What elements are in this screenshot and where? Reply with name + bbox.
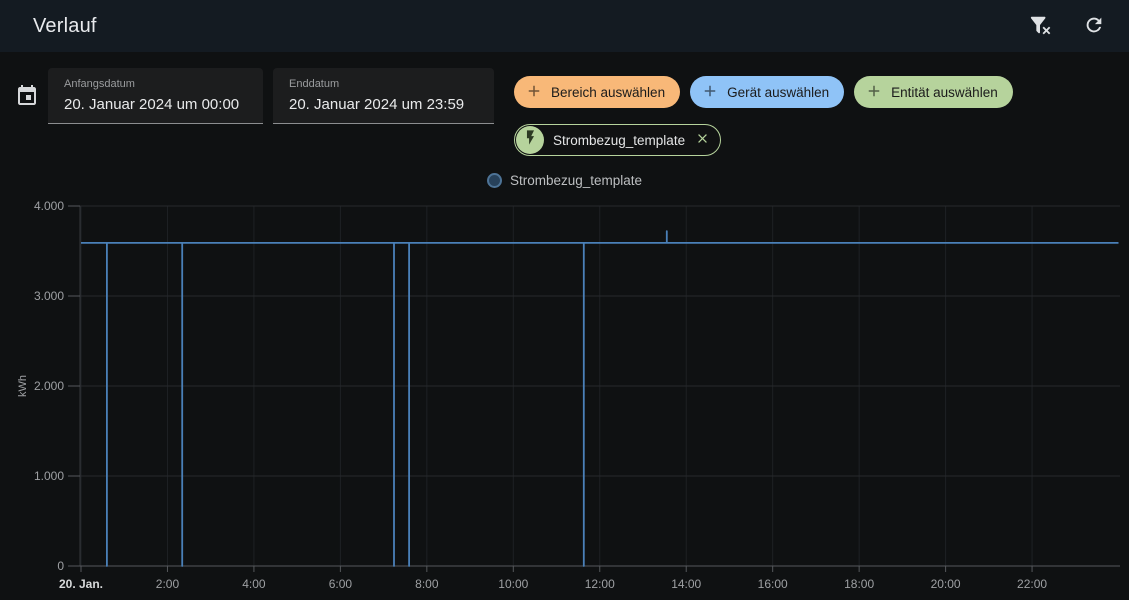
selected-entity-label: Strombezug_template (553, 132, 686, 148)
end-date-value: 20. Januar 2024 um 23:59 (289, 96, 465, 113)
svg-text:3.000: 3.000 (34, 289, 64, 303)
start-date-label: Anfangsdatum (64, 78, 135, 90)
header-actions (1021, 7, 1129, 45)
start-date-value: 20. Januar 2024 um 00:00 (64, 96, 240, 113)
filter-chip-row: Bereich auswählen Gerät auswählen Entitä… (514, 76, 1013, 108)
add-device-chip-label: Gerät auswählen (727, 84, 830, 100)
svg-text:6:00: 6:00 (329, 577, 353, 591)
app-header: Verlauf (0, 0, 1129, 52)
plus-icon (865, 82, 891, 103)
add-device-chip[interactable]: Gerät auswählen (690, 76, 845, 108)
refresh-icon (1083, 14, 1105, 39)
svg-text:2:00: 2:00 (156, 577, 180, 591)
add-entity-chip-label: Entität auswählen (891, 84, 998, 100)
svg-text:kWh: kWh (17, 375, 29, 397)
svg-text:20:00: 20:00 (931, 577, 961, 591)
filter-remove-icon (1029, 14, 1051, 39)
legend-label: Strombezug_template (509, 173, 643, 188)
page-title: Verlauf (33, 14, 97, 37)
svg-text:1.000: 1.000 (34, 469, 64, 483)
end-date-field[interactable]: Enddatum 20. Januar 2024 um 23:59 (273, 68, 494, 124)
svg-text:16:00: 16:00 (758, 577, 788, 591)
remove-filters-button[interactable] (1021, 7, 1059, 45)
add-area-chip[interactable]: Bereich auswählen (514, 76, 681, 108)
selected-entity-chip[interactable]: Strombezug_template (514, 124, 722, 156)
svg-text:22:00: 22:00 (1017, 577, 1047, 591)
svg-text:14:00: 14:00 (671, 577, 701, 591)
end-date-label: Enddatum (289, 78, 340, 90)
svg-text:10:00: 10:00 (498, 577, 528, 591)
remove-entity-button[interactable] (691, 129, 713, 151)
svg-text:12:00: 12:00 (585, 577, 615, 591)
entity-avatar (516, 126, 544, 154)
svg-text:2.000: 2.000 (34, 379, 64, 393)
plus-icon (525, 82, 551, 103)
legend-marker-icon (486, 173, 502, 188)
chart-legend: Strombezug_template (0, 173, 1129, 188)
add-area-chip-label: Bereich auswählen (551, 84, 666, 100)
svg-text:8:00: 8:00 (415, 577, 439, 591)
plus-icon (701, 82, 727, 103)
svg-text:4:00: 4:00 (242, 577, 266, 591)
add-entity-chip[interactable]: Entität auswählen (854, 76, 1013, 108)
start-date-field[interactable]: Anfangsdatum 20. Januar 2024 um 00:00 (48, 68, 263, 124)
svg-text:0: 0 (57, 559, 64, 573)
legend-item[interactable]: Strombezug_template (486, 173, 643, 188)
flash-icon (522, 129, 539, 151)
calendar-button[interactable] (12, 82, 42, 112)
calendar-icon (15, 84, 39, 111)
svg-text:20. Jan.: 20. Jan. (59, 577, 103, 591)
svg-text:4.000: 4.000 (34, 199, 64, 213)
svg-text:18:00: 18:00 (844, 577, 874, 591)
close-icon (695, 131, 710, 149)
refresh-button[interactable] (1075, 7, 1113, 45)
